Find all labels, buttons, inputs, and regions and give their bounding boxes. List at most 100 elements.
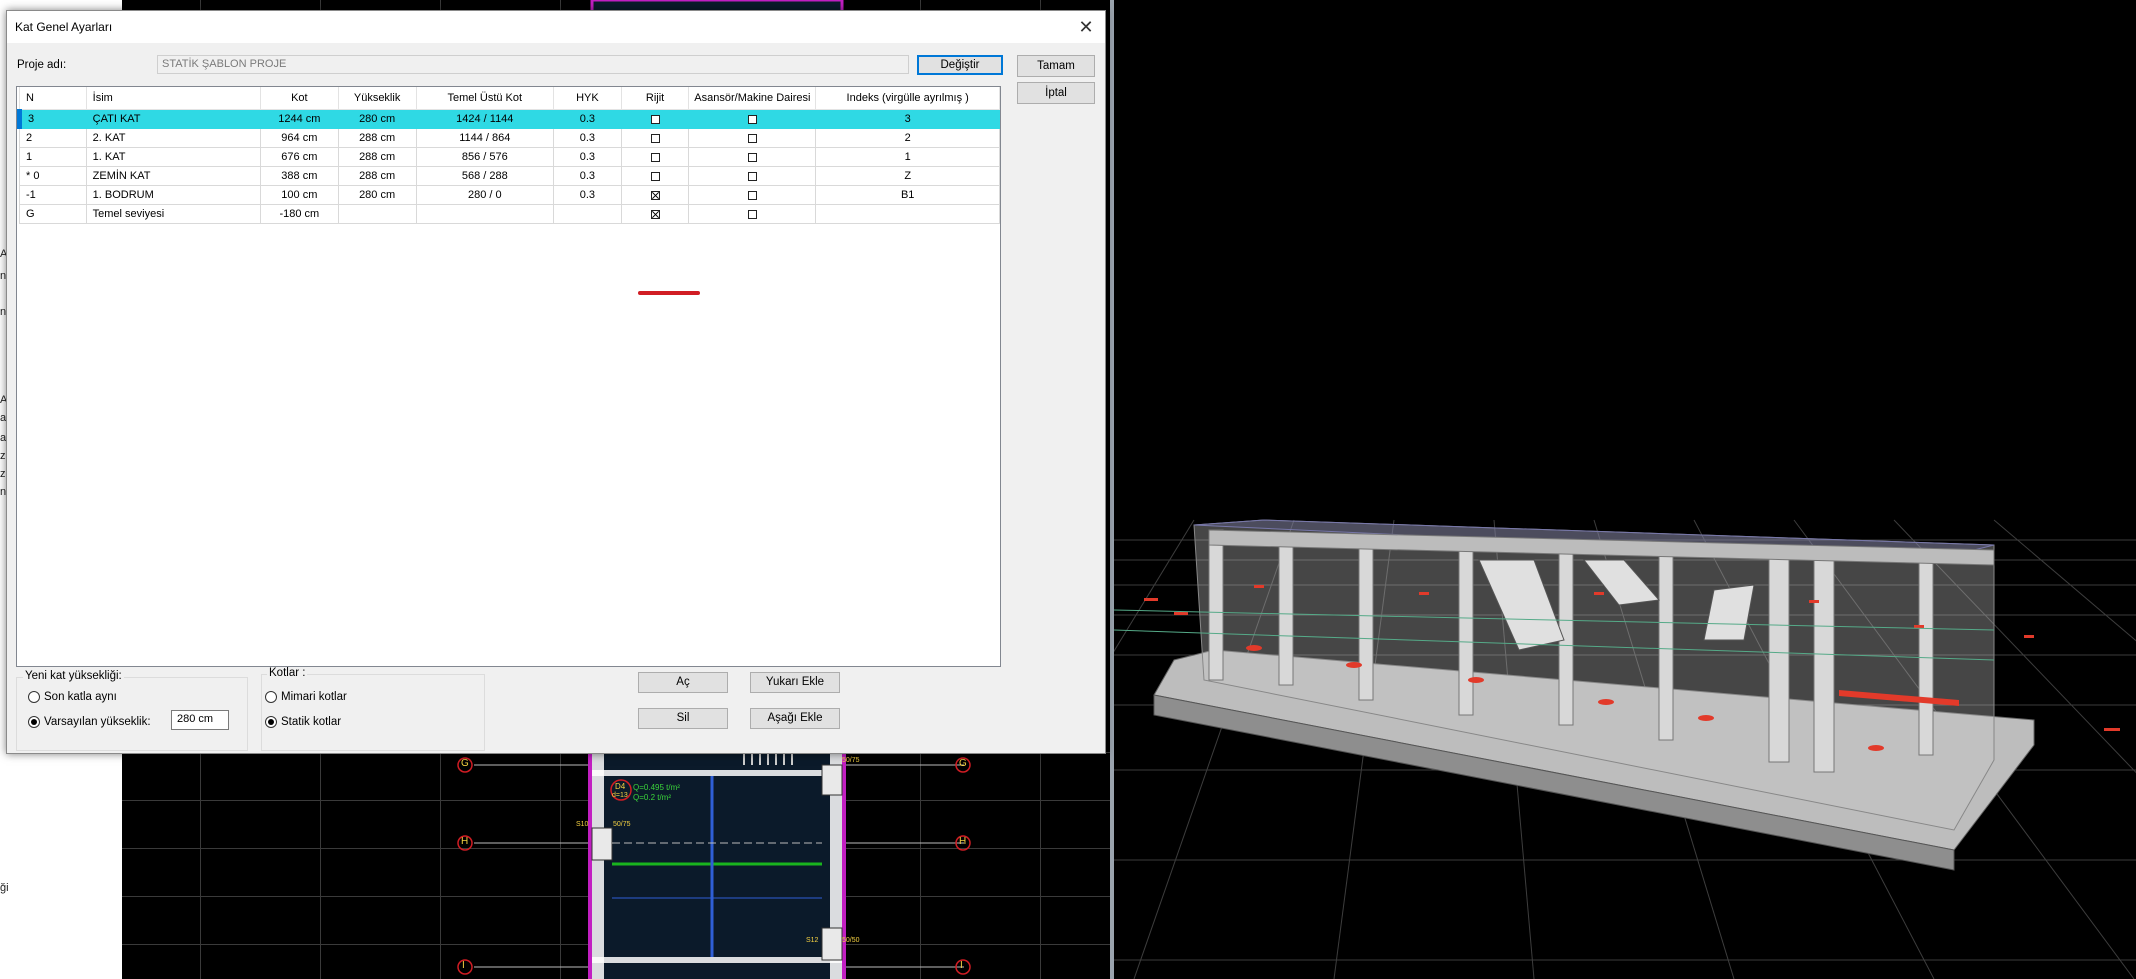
structural-levels-option[interactable]: Statik kotlar — [265, 716, 341, 728]
radio-button[interactable] — [28, 716, 40, 728]
radio-button[interactable] — [265, 716, 277, 728]
cell-index[interactable]: 1 — [815, 147, 1000, 167]
rijit-checkbox[interactable] — [650, 209, 660, 219]
cell-n[interactable]: 1 — [19, 147, 87, 167]
cell-kot[interactable]: 676 cm — [259, 147, 339, 167]
column-header[interactable]: Kot — [259, 87, 339, 110]
cell-temel[interactable]: 856 / 576 — [415, 147, 555, 167]
project-name-field[interactable]: STATİK ŞABLON PROJE — [157, 55, 909, 74]
radio-button[interactable] — [265, 691, 277, 703]
cell-hyk[interactable]: 0.3 — [553, 109, 622, 129]
elevator-checkbox[interactable] — [747, 114, 757, 124]
cell-asansor — [688, 204, 817, 224]
rijit-checkbox[interactable] — [650, 190, 660, 200]
rijit-checkbox[interactable] — [650, 133, 660, 143]
column-label: 50/75 — [842, 757, 860, 764]
cell-rijit — [620, 166, 690, 186]
add-above-button[interactable]: Yukarı Ekle — [750, 672, 840, 693]
3d-model-view[interactable] — [1114, 0, 2136, 979]
cell-hyk[interactable]: 0.3 — [553, 128, 622, 148]
architectural-levels-option[interactable]: Mimari kotlar — [265, 691, 347, 703]
cell-kot[interactable]: 964 cm — [259, 128, 339, 148]
cell-height[interactable] — [337, 204, 417, 224]
cell-height[interactable]: 280 cm — [337, 109, 417, 129]
floor-grid[interactable]: N İsim Kot Yükseklik Temel Üstü Kot HYK … — [16, 86, 1001, 667]
column-header[interactable]: İsim — [85, 87, 261, 110]
table-row[interactable]: 2 2. KAT 964 cm 288 cm 1144 / 864 0.3 2 — [19, 128, 1000, 148]
cell-height[interactable]: 288 cm — [337, 147, 417, 167]
cell-height[interactable]: 280 cm — [337, 185, 417, 205]
elevator-checkbox[interactable] — [747, 133, 757, 143]
column-header[interactable]: Indeks (virgülle ayrılmış ) — [815, 87, 1000, 110]
cell-temel[interactable]: 1144 / 864 — [415, 128, 555, 148]
cell-n[interactable]: 2 — [19, 128, 87, 148]
cell-temel[interactable]: 1424 / 1144 — [415, 109, 555, 129]
open-button[interactable]: Aç — [638, 672, 728, 693]
table-row[interactable]: 3 ÇATI KAT 1244 cm 280 cm 1424 / 1144 0.… — [17, 109, 1000, 129]
cell-name[interactable]: 1. BODRUM — [85, 185, 261, 205]
cell-n[interactable]: G — [19, 204, 87, 224]
dialog-title: Kat Genel Ayarları — [15, 20, 113, 34]
elevator-checkbox[interactable] — [747, 152, 757, 162]
add-below-button[interactable]: Aşağı Ekle — [750, 708, 840, 729]
cell-asansor — [688, 147, 817, 167]
axis-label: I — [462, 960, 465, 971]
table-header: N İsim Kot Yükseklik Temel Üstü Kot HYK … — [19, 87, 1000, 110]
cell-n[interactable]: * 0 — [19, 166, 87, 186]
cell-temel[interactable]: 568 / 288 — [415, 166, 555, 186]
cell-kot[interactable]: -180 cm — [259, 204, 339, 224]
cell-index[interactable]: Z — [815, 166, 1000, 186]
elevator-checkbox[interactable] — [747, 190, 757, 200]
cell-kot[interactable]: 100 cm — [259, 185, 339, 205]
cell-hyk[interactable] — [553, 204, 622, 224]
change-button[interactable]: Değiştir — [917, 55, 1003, 75]
cell-height[interactable]: 288 cm — [337, 166, 417, 186]
radio-button[interactable] — [28, 691, 40, 703]
column-header[interactable]: HYK — [553, 87, 622, 110]
column-header[interactable]: N — [19, 87, 87, 110]
table-row[interactable]: * 0 ZEMİN KAT 388 cm 288 cm 568 / 288 0.… — [19, 166, 1000, 186]
default-height-input[interactable]: 280 cm — [171, 710, 229, 730]
cell-kot[interactable]: 388 cm — [259, 166, 339, 186]
cell-n[interactable]: 3 — [17, 109, 87, 129]
axis-label: G — [959, 758, 967, 769]
cell-name[interactable]: ÇATI KAT — [85, 109, 261, 129]
rijit-checkbox[interactable] — [650, 171, 660, 181]
rijit-checkbox[interactable] — [650, 152, 660, 162]
table-row[interactable]: 1 1. KAT 676 cm 288 cm 856 / 576 0.3 1 — [19, 147, 1000, 167]
cell-index[interactable]: 3 — [815, 109, 1000, 129]
column-header[interactable]: Temel Üstü Kot — [415, 87, 555, 110]
cell-index[interactable] — [815, 204, 1000, 224]
rijit-checkbox[interactable] — [650, 114, 660, 124]
ok-button[interactable]: Tamam — [1017, 55, 1095, 77]
cell-index[interactable]: 2 — [815, 128, 1000, 148]
cell-kot[interactable]: 1244 cm — [259, 109, 339, 129]
cell-n[interactable]: -1 — [19, 185, 87, 205]
close-button[interactable]: ✕ — [1073, 15, 1099, 39]
cell-hyk[interactable]: 0.3 — [553, 166, 622, 186]
cell-name[interactable]: 2. KAT — [85, 128, 261, 148]
cell-hyk[interactable]: 0.3 — [553, 185, 622, 205]
same-as-last-option[interactable]: Son katla aynı — [28, 691, 117, 703]
cell-temel[interactable]: 280 / 0 — [415, 185, 555, 205]
cell-height[interactable]: 288 cm — [337, 128, 417, 148]
elevator-checkbox[interactable] — [747, 171, 757, 181]
default-height-option[interactable]: Varsayılan yükseklik: — [28, 716, 151, 728]
column-header[interactable]: Rijit — [620, 87, 690, 110]
table-row[interactable]: G Temel seviyesi -180 cm — [19, 204, 1000, 224]
cell-name[interactable]: Temel seviyesi — [85, 204, 261, 224]
cell-temel[interactable] — [415, 204, 555, 224]
column-header[interactable]: Asansör/Makine Dairesi — [688, 87, 817, 110]
cell-name[interactable]: ZEMİN KAT — [85, 166, 261, 186]
delete-button[interactable]: Sil — [638, 708, 728, 729]
column-header[interactable]: Yükseklik — [337, 87, 417, 110]
elevator-checkbox[interactable] — [747, 209, 757, 219]
cell-name[interactable]: 1. KAT — [85, 147, 261, 167]
load-label: Q=0.2 t/m² — [633, 793, 672, 802]
column-label: S12 — [806, 937, 819, 944]
table-row[interactable]: -1 1. BODRUM 100 cm 280 cm 280 / 0 0.3 B… — [19, 185, 1000, 205]
cell-hyk[interactable]: 0.3 — [553, 147, 622, 167]
cancel-button[interactable]: İptal — [1017, 82, 1095, 104]
cell-index[interactable]: B1 — [815, 185, 1000, 205]
dialog-titlebar[interactable]: Kat Genel Ayarları ✕ — [7, 11, 1105, 43]
